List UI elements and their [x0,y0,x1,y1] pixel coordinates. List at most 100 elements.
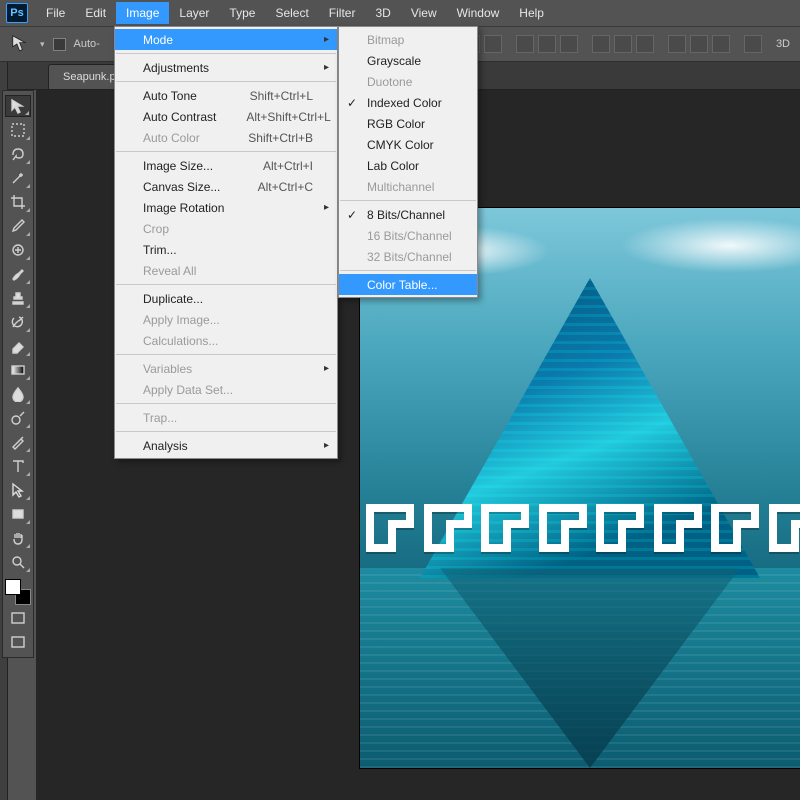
menu-item-label: Apply Image... [143,313,220,327]
decorative-cloud [620,218,800,273]
tool-gradient[interactable] [5,359,31,381]
menu-3d[interactable]: 3D [365,2,400,24]
mode-menu-color-table[interactable]: Color Table... [339,274,477,295]
menu-item-label: Bitmap [367,33,404,47]
mode-menu-grayscale[interactable]: Grayscale [339,50,477,71]
image-menu-duplicate[interactable]: Duplicate... [115,288,337,309]
image-menu-adjustments[interactable]: Adjustments [115,57,337,78]
menu-type[interactable]: Type [219,2,265,24]
menu-item-label: Image Size... [143,159,213,173]
3d-mode-icon[interactable] [744,35,762,53]
tool-rectangle[interactable] [5,503,31,525]
align-icon[interactable] [538,35,556,53]
tool-eraser[interactable] [5,335,31,357]
image-menu-crop: Crop [115,218,337,239]
menu-item-shortcut: Shift+Ctrl+B [218,131,313,145]
mode-menu-separator [340,270,476,271]
tool-screen-mode[interactable] [5,631,31,653]
image-menu-mode[interactable]: Mode [115,29,337,50]
image-menu-calculations: Calculations... [115,330,337,351]
tool-type[interactable] [5,455,31,477]
image-menu-separator [116,431,336,432]
menu-item-label: Apply Data Set... [143,383,233,397]
distribute-icon[interactable] [592,35,610,53]
tool-hand[interactable] [5,527,31,549]
mode-menu-separator [340,200,476,201]
tool-blur[interactable] [5,383,31,405]
tool-eyedropper[interactable] [5,215,31,237]
distribute-icon[interactable] [636,35,654,53]
menu-image[interactable]: Image [116,2,169,24]
image-menu-apply-image: Apply Image... [115,309,337,330]
menu-select[interactable]: Select [265,2,318,24]
menu-edit[interactable]: Edit [75,2,116,24]
tool-history-brush[interactable] [5,311,31,333]
image-menu-analysis[interactable]: Analysis [115,435,337,456]
image-menu-canvas-size[interactable]: Canvas Size...Alt+Ctrl+C [115,176,337,197]
mode-menu-lab-color[interactable]: Lab Color [339,155,477,176]
menu-item-label: Trap... [143,411,177,425]
tool-move[interactable] [5,95,31,117]
menu-item-label: 16 Bits/Channel [367,229,452,243]
tool-dodge[interactable] [5,407,31,429]
menu-item-shortcut: Shift+Ctrl+L [220,89,313,103]
menu-view[interactable]: View [401,2,447,24]
image-menu-separator [116,284,336,285]
chevron-down-icon[interactable]: ▾ [40,39,45,50]
menu-file[interactable]: File [36,2,75,24]
tools-panel [2,90,34,658]
align-icon[interactable] [516,35,534,53]
image-menu-separator [116,53,336,54]
tool-path-select[interactable] [5,479,31,501]
mode-menu-cmyk-color[interactable]: CMYK Color [339,134,477,155]
tool-crop[interactable] [5,191,31,213]
image-menu-image-rotation[interactable]: Image Rotation [115,197,337,218]
menu-item-label: Adjustments [143,61,209,75]
tool-healing[interactable] [5,239,31,261]
distribute-icon[interactable] [614,35,632,53]
tool-stamp[interactable] [5,287,31,309]
image-menu-variables: Variables [115,358,337,379]
menu-item-label: 32 Bits/Channel [367,250,452,264]
color-swatches[interactable] [5,579,31,605]
tool-pen[interactable] [5,431,31,453]
check-icon: ✓ [347,96,357,110]
tool-zoom[interactable] [5,551,31,573]
image-menu-auto-color: Auto Color Shift+Ctrl+B [115,127,337,148]
tool-lasso[interactable] [5,143,31,165]
mode-menu-indexed-color[interactable]: ✓Indexed Color [339,92,477,113]
menu-filter[interactable]: Filter [319,2,366,24]
tool-marquee[interactable] [5,119,31,141]
tool-wand[interactable] [5,167,31,189]
align-icon[interactable] [484,35,502,53]
menu-item-label: Auto Color [143,131,200,145]
image-menu-trim[interactable]: Trim... [115,239,337,260]
menu-help[interactable]: Help [509,2,554,24]
menu-item-label: Auto Tone [143,89,197,103]
align-icon[interactable] [560,35,578,53]
menu-item-label: Mode [143,33,173,47]
distribute-icon[interactable] [712,35,730,53]
image-menu-auto-contrast[interactable]: Auto ContrastAlt+Shift+Ctrl+L [115,106,337,127]
autoselect-checkbox[interactable] [53,38,66,51]
menu-item-label: Image Rotation [143,201,224,215]
tool-brush[interactable] [5,263,31,285]
menu-item-label: Trim... [143,243,177,257]
image-menu-image-size[interactable]: Image Size... Alt+Ctrl+I [115,155,337,176]
move-tool-indicator-icon [10,33,32,55]
mode-menu-rgb-color[interactable]: RGB Color [339,113,477,134]
distribute-icon[interactable] [668,35,686,53]
image-menu-separator [116,81,336,82]
menu-item-label: Color Table... [367,278,437,292]
image-menu-auto-tone[interactable]: Auto Tone Shift+Ctrl+L [115,85,337,106]
image-menu-separator [116,151,336,152]
distribute-icon[interactable] [690,35,708,53]
mode-menu-duotone: Duotone [339,71,477,92]
menu-item-shortcut: Alt+Ctrl+I [233,159,313,173]
tool-quick-mask[interactable] [5,607,31,629]
menu-window[interactable]: Window [447,2,510,24]
menu-item-label: Reveal All [143,264,196,278]
menu-layer[interactable]: Layer [169,2,219,24]
mode-menu-8-bits-channel[interactable]: ✓8 Bits/Channel [339,204,477,225]
menu-item-label: Variables [143,362,192,376]
